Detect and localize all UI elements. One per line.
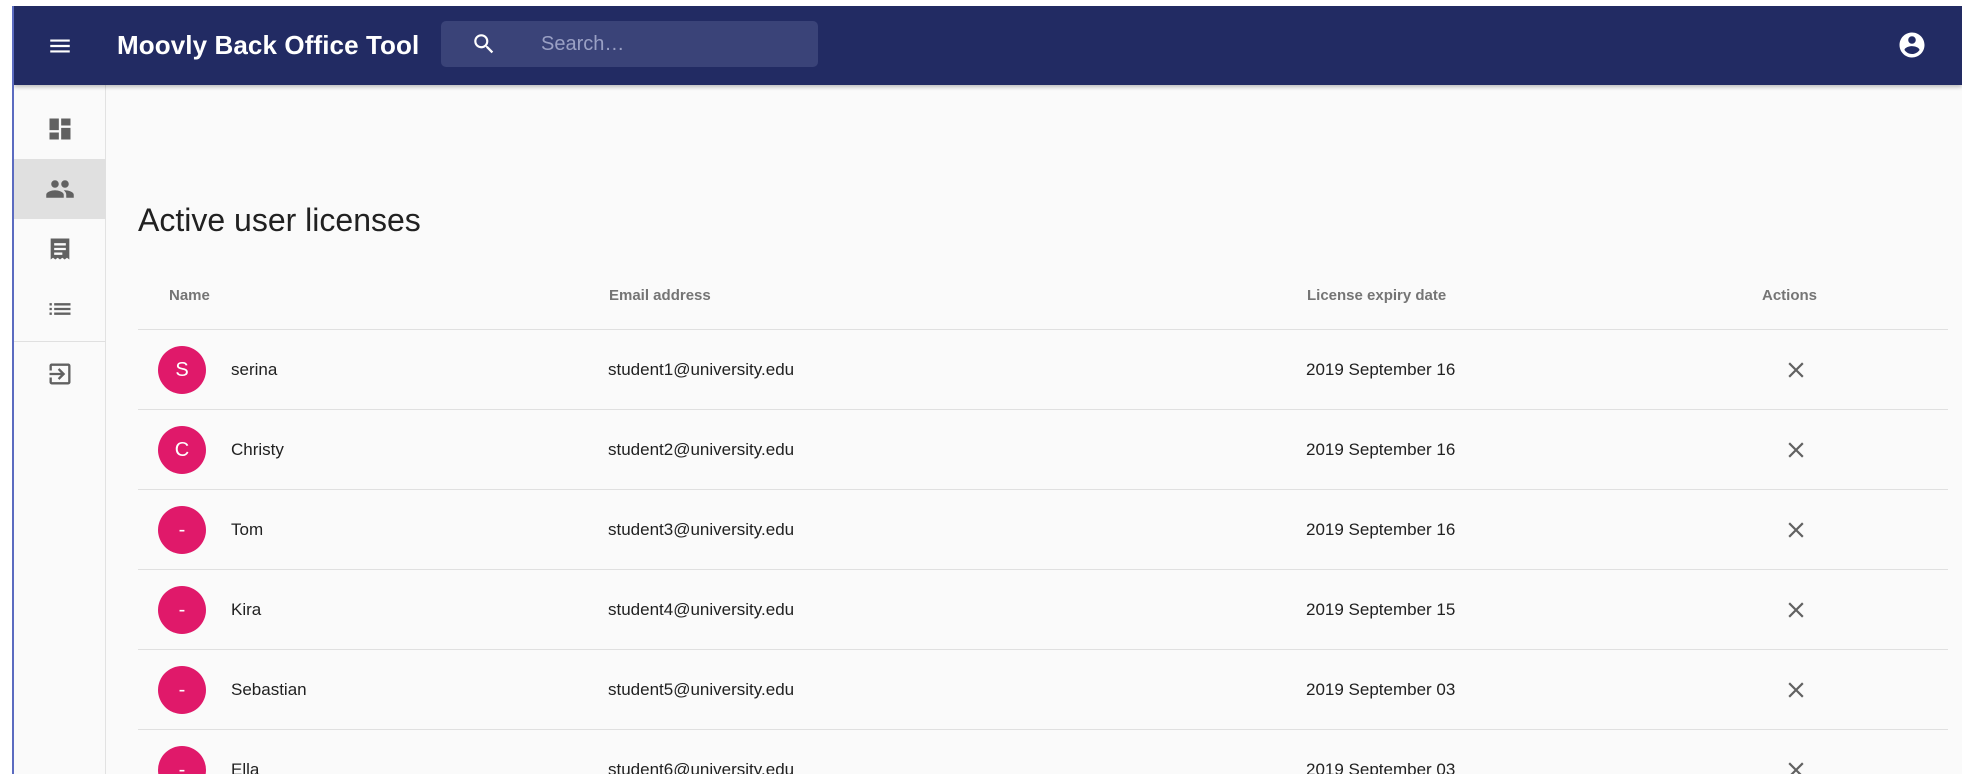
user-email: student2@university.edu — [608, 440, 795, 459]
app-title: Moovly Back Office Tool — [117, 30, 420, 60]
dashboard-icon — [49, 118, 71, 140]
sidebar-divider — [14, 341, 106, 342]
app-window: Moovly Back Office Tool Search… Active u… — [12, 6, 1962, 774]
page-title: Active user licenses — [138, 202, 421, 238]
top-app-bar: Moovly Back Office Tool — [14, 6, 1962, 85]
table-header: Name Email address License expiry date A… — [138, 261, 1948, 330]
sidebar-item-logout[interactable] — [14, 344, 106, 404]
search-icon — [474, 34, 494, 54]
avatar: S — [158, 346, 206, 394]
user-name: Sebastian — [231, 680, 307, 699]
revoke-license-button[interactable] — [1778, 432, 1814, 468]
user-email: student4@university.edu — [608, 600, 795, 619]
user-name: serina — [231, 360, 278, 379]
avatar: C — [158, 426, 206, 474]
license-expiry: 2019 September 16 — [1306, 520, 1456, 539]
license-expiry: 2019 September 16 — [1306, 360, 1456, 379]
user-email: student6@university.edu — [608, 760, 795, 774]
revoke-license-button[interactable] — [1778, 352, 1814, 388]
table-row[interactable]: - Ella student6@university.edu 2019 Sept… — [138, 730, 1948, 774]
sidebar-item-users[interactable] — [14, 159, 106, 219]
license-expiry: 2019 September 16 — [1306, 440, 1456, 459]
column-header-actions: Actions — [1762, 287, 1818, 304]
avatar: - — [158, 666, 206, 714]
receipt-icon — [50, 238, 70, 260]
table-row[interactable]: S serina student1@university.edu 2019 Se… — [138, 330, 1948, 410]
close-icon — [1788, 522, 1804, 538]
close-icon — [1788, 442, 1804, 458]
user-name: Christy — [231, 440, 284, 459]
user-email: student3@university.edu — [608, 520, 795, 539]
logout-icon — [49, 363, 71, 385]
table-row[interactable]: - Tom student3@university.edu 2019 Septe… — [138, 490, 1948, 570]
avatar: - — [158, 506, 206, 554]
avatar: - — [158, 586, 206, 634]
user-name: Ella — [231, 760, 260, 774]
license-expiry: 2019 September 03 — [1306, 680, 1456, 699]
sidebar-item-list[interactable] — [14, 279, 106, 339]
close-icon — [1788, 362, 1804, 378]
main-content: Active user licenses Name Email address … — [107, 85, 1962, 774]
revoke-license-button[interactable] — [1778, 592, 1814, 628]
menu-icon — [50, 39, 70, 53]
user-email: student5@university.edu — [608, 680, 795, 699]
table-row[interactable]: - Sebastian student5@university.edu 2019… — [138, 650, 1948, 730]
people-icon — [46, 180, 74, 198]
search-bar[interactable] — [441, 21, 818, 67]
column-header-name[interactable]: Name — [169, 261, 210, 330]
sidebar-item-dashboard[interactable] — [14, 99, 106, 159]
avatar: - — [158, 746, 206, 774]
search-input[interactable] — [541, 21, 811, 67]
table-row[interactable]: C Christy student2@university.edu 2019 S… — [138, 410, 1948, 490]
account-button[interactable] — [1894, 27, 1930, 63]
revoke-license-button[interactable] — [1778, 672, 1814, 708]
sidebar — [14, 85, 106, 774]
close-icon — [1788, 682, 1804, 698]
revoke-license-button[interactable] — [1778, 512, 1814, 548]
account-circle-icon — [1899, 32, 1925, 58]
close-icon — [1788, 762, 1804, 774]
user-email: student1@university.edu — [608, 360, 795, 379]
column-header-email[interactable]: Email address — [609, 261, 711, 330]
table-row[interactable]: - Kira student4@university.edu 2019 Sept… — [138, 570, 1948, 650]
close-icon — [1788, 602, 1804, 618]
user-name: Kira — [231, 600, 262, 619]
list-icon — [49, 303, 71, 315]
license-expiry: 2019 September 03 — [1306, 760, 1456, 774]
menu-button[interactable] — [42, 28, 78, 64]
licenses-table: Name Email address License expiry date A… — [138, 261, 1948, 774]
license-expiry: 2019 September 15 — [1306, 600, 1456, 619]
sidebar-item-invoices[interactable] — [14, 219, 106, 279]
column-header-expiry[interactable]: License expiry date — [1307, 261, 1446, 330]
revoke-license-button[interactable] — [1778, 752, 1814, 774]
user-name: Tom — [231, 520, 264, 539]
